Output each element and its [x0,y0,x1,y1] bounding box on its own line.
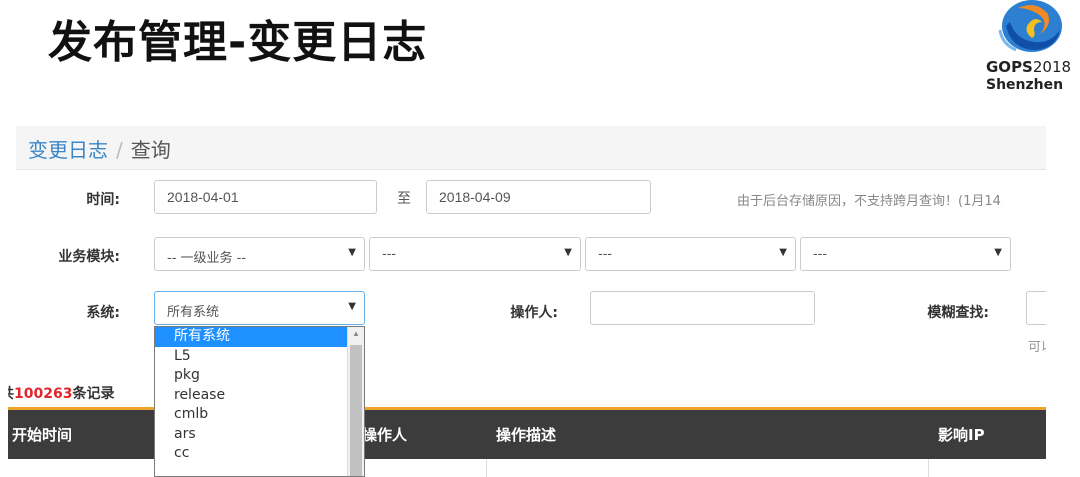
breadcrumb-link-changelog[interactable]: 变更日志 [28,138,108,162]
breadcrumb: 变更日志 / 查询 [16,126,1046,170]
chevron-down-icon: ▼ [348,301,356,312]
logo-brand: GOPS2018 [986,58,1072,76]
scrollbar-thumb[interactable] [350,345,362,476]
business-level3-select[interactable]: --- ▼ [585,237,796,271]
cross-month-note: 由于后台存储原因，不支持跨月查询！(1月14 [737,194,1001,209]
gops-logo: GOPS2018 Shenzhen [984,0,1080,100]
business-level2-select[interactable]: --- ▼ [369,237,581,271]
chevron-down-icon: ▼ [779,247,787,258]
fuzzy-search-input[interactable] [1026,291,1046,325]
fuzzy-search-label: 模糊查找: [927,305,989,321]
scroll-up-icon[interactable]: ▲ [352,329,360,338]
logo-city: Shenzhen [986,77,1064,93]
record-count: 共100263条记录 [8,386,115,402]
end-date-input[interactable]: 2018-04-09 [426,180,651,214]
dropdown-option[interactable]: release [155,386,364,406]
system-dropdown-list[interactable]: 所有系统 L5 pkg release cmlb ars cc ▲ [154,326,365,477]
gops-logo-icon [998,0,1062,52]
dropdown-option[interactable]: 所有系统 [155,327,364,347]
to-label: 至 [397,191,411,207]
column-header-operator[interactable]: 操作人 [362,424,407,445]
dropdown-option[interactable]: L5 [155,347,364,367]
breadcrumb-separator: / [116,138,123,162]
business-level4-select[interactable]: --- ▼ [800,237,1011,271]
time-label: 时间: [86,192,120,208]
column-header-start-time[interactable]: 开始时间 [12,424,72,445]
chevron-down-icon: ▼ [994,247,1002,258]
chevron-down-icon: ▼ [564,247,572,258]
slide-title: 发布管理-变更日志 [48,17,428,68]
system-select[interactable]: 所有系统 ▼ [154,291,365,325]
dropdown-option[interactable]: pkg [155,366,364,386]
business-level1-select[interactable]: -- 一级业务 -- ▼ [154,237,365,271]
chevron-down-icon: ▼ [348,247,356,258]
dropdown-option[interactable]: cc [155,444,364,464]
app-screenshot: 变更日志 / 查询 时间: 2018-04-01 至 2018-04-09 由于后台… [8,112,1046,477]
breadcrumb-current: 查询 [130,138,171,162]
start-date-input[interactable]: 2018-04-01 [154,180,377,214]
dropdown-option[interactable]: cmlb [155,405,364,425]
column-header-affected-ip[interactable]: 影响IP [938,424,985,445]
system-label: 系统: [86,305,120,321]
fuzzy-search-hint: 可以 [1028,340,1046,355]
operator-input[interactable] [590,291,815,325]
operator-label: 操作人: [510,305,558,321]
business-module-label: 业务模块: [58,249,120,265]
dropdown-option[interactable]: ars [155,425,364,445]
column-header-description[interactable]: 操作描述 [496,424,556,445]
dropdown-scrollbar[interactable]: ▲ [347,327,364,476]
